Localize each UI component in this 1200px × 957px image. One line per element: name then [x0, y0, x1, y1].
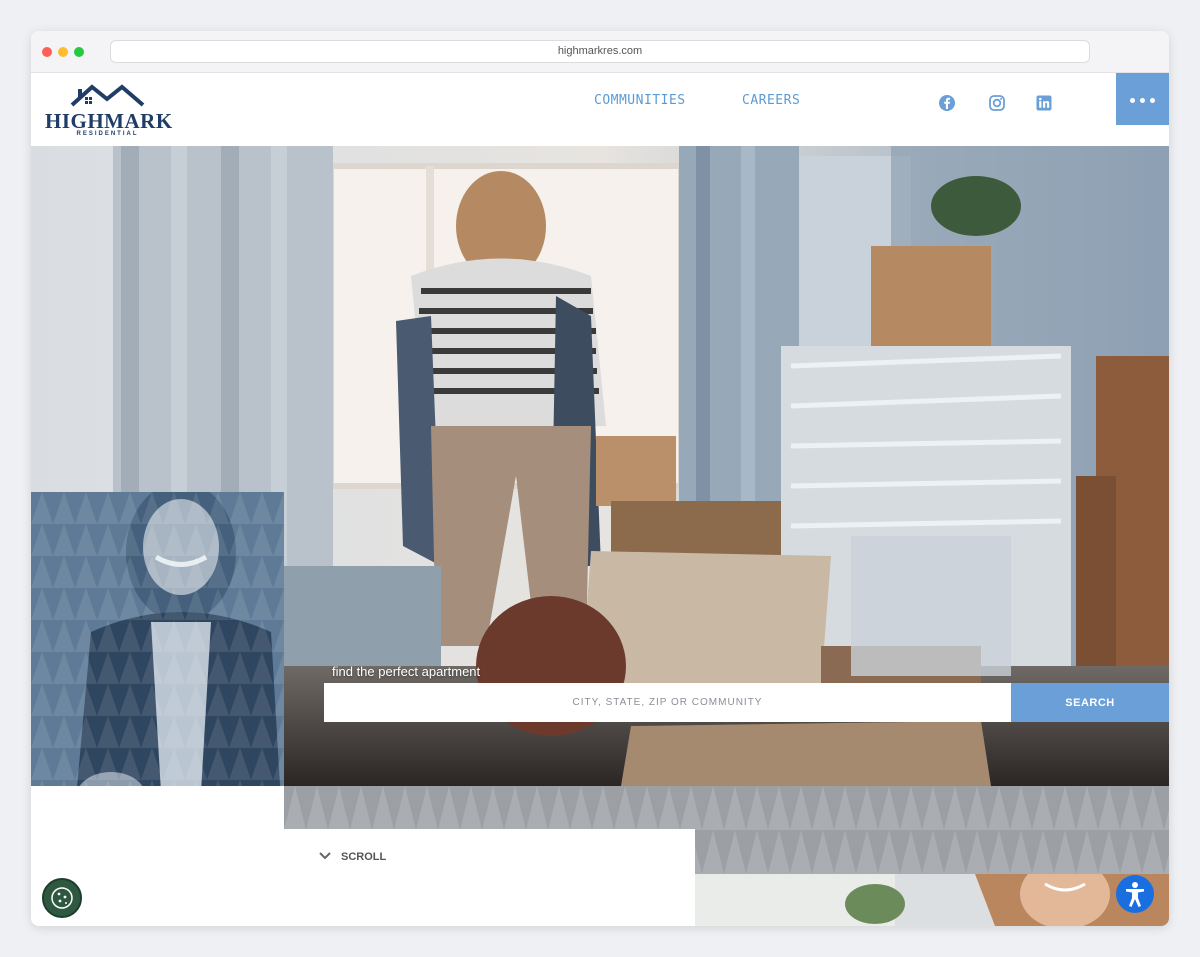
portrait-photo	[31, 492, 284, 786]
search-button[interactable]: SEARCH	[1011, 683, 1169, 722]
more-dots-icon	[1130, 98, 1135, 103]
browser-window: highmarkres.com HIGHMARK RESIDENTIAL COM…	[31, 31, 1169, 926]
site-header: HIGHMARK RESIDENTIAL COMMUNITIES CAREERS	[31, 73, 1169, 146]
bottom-preview-photo	[695, 874, 1169, 926]
minimize-window-button[interactable]	[58, 47, 68, 57]
scroll-panel: SCROLL	[284, 829, 695, 926]
nav-careers[interactable]: CAREERS	[742, 93, 800, 108]
search-input[interactable]	[324, 683, 1011, 722]
menu-dot	[1140, 98, 1145, 103]
cookie-icon	[51, 887, 73, 909]
linkedin-icon[interactable]	[1035, 94, 1053, 112]
accessibility-icon	[1126, 882, 1144, 907]
menu-dot	[1150, 98, 1155, 103]
hero-section: find the perfect apartment SEARCH	[31, 146, 1169, 786]
close-window-button[interactable]	[42, 47, 52, 57]
facebook-icon[interactable]	[938, 94, 956, 112]
chevron-down-icon	[319, 852, 331, 860]
instagram-icon[interactable]	[988, 94, 1006, 112]
menu-button[interactable]	[1116, 73, 1169, 125]
address-bar[interactable]: highmarkres.com	[110, 40, 1090, 63]
logo-subtitle: RESIDENTIAL	[76, 131, 139, 137]
roof-logo-icon	[70, 84, 145, 107]
logo[interactable]: HIGHMARK RESIDENTIAL	[45, 83, 172, 139]
search-label: find the perfect apartment	[332, 664, 481, 679]
nav-communities[interactable]: COMMUNITIES	[594, 93, 686, 108]
maximize-window-button[interactable]	[74, 47, 84, 57]
website: HIGHMARK RESIDENTIAL COMMUNITIES CAREERS	[31, 73, 1169, 926]
browser-toolbar: highmarkres.com	[31, 31, 1169, 73]
accessibility-button[interactable]	[1116, 875, 1154, 913]
cookie-settings-button[interactable]	[42, 878, 82, 918]
scroll-label: SCROLL	[341, 851, 387, 863]
